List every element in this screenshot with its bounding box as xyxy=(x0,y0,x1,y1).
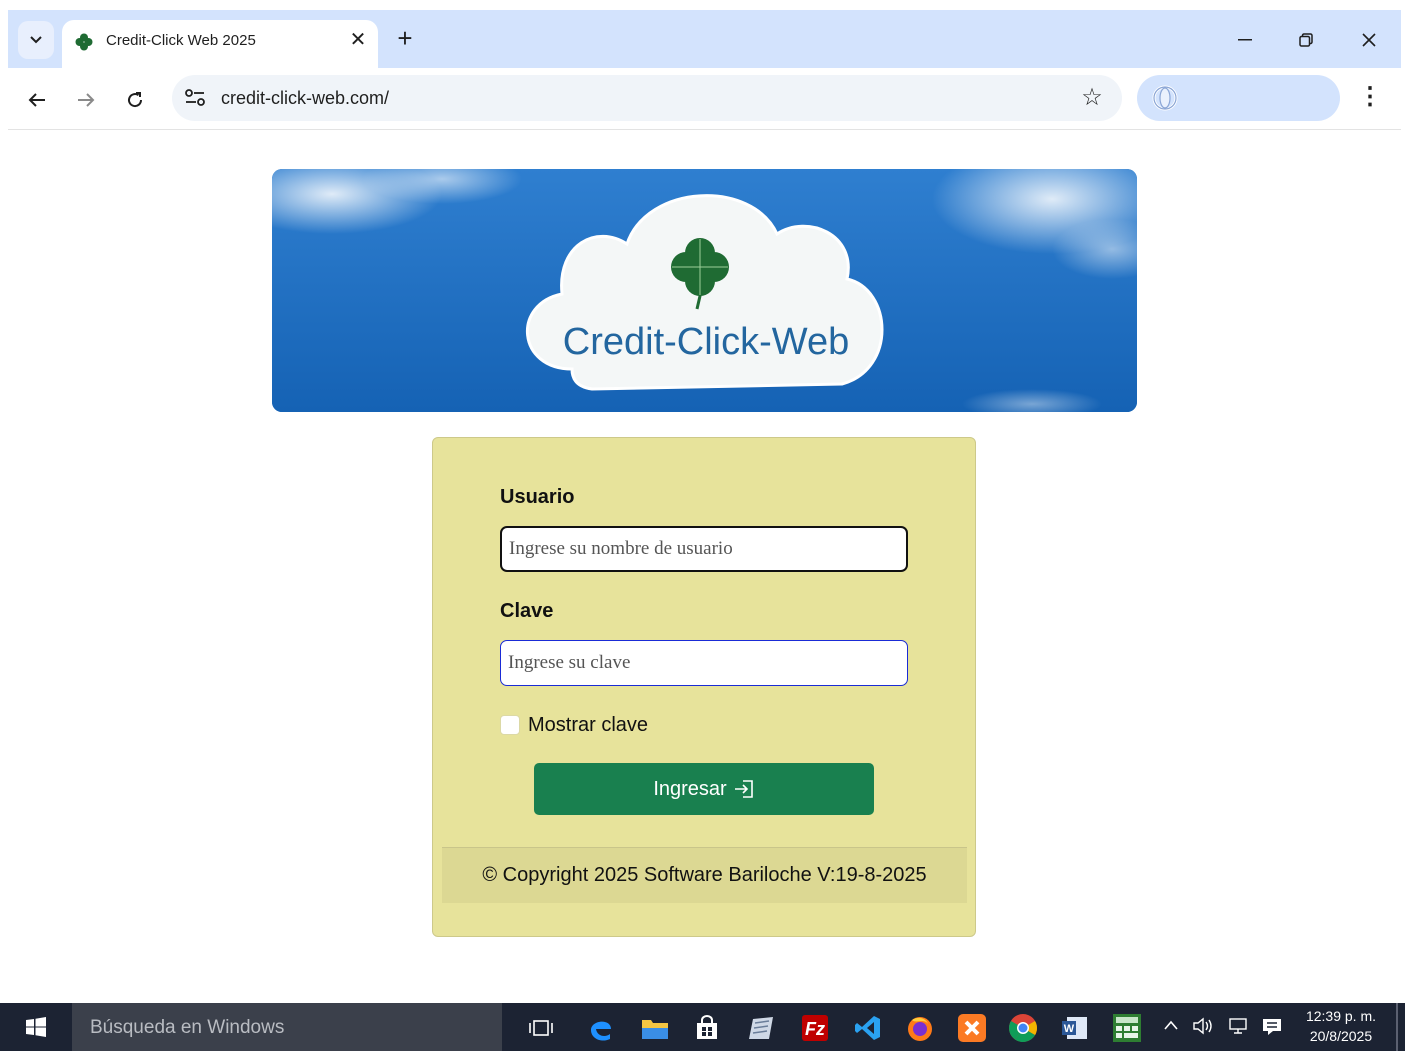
close-icon xyxy=(1362,33,1376,47)
show-password-label[interactable]: Mostrar clave xyxy=(528,714,648,737)
login-button[interactable]: Ingresar xyxy=(534,763,874,815)
card-footer: © Copyright 2025 Software Bariloche V:19… xyxy=(442,847,967,903)
site-info-icon[interactable] xyxy=(184,88,206,108)
tab-close-icon[interactable]: ✕ xyxy=(346,28,370,52)
notification-icon[interactable] xyxy=(1261,1017,1283,1042)
new-tab-button[interactable]: + xyxy=(390,24,420,54)
clover-favicon-icon xyxy=(74,32,94,52)
chevron-down-icon xyxy=(30,36,42,44)
tray-chevron-icon[interactable] xyxy=(1163,1017,1179,1037)
password-label: Clave xyxy=(500,600,554,622)
address-bar[interactable]: credit-click-web.com/ xyxy=(172,75,1122,121)
reload-icon xyxy=(128,92,143,108)
sign-in-icon xyxy=(734,780,753,798)
copyright-text: © Copyright 2025 Software Bariloche V:19… xyxy=(482,864,927,886)
windows-logo-icon xyxy=(26,1017,46,1037)
arrow-left-icon xyxy=(28,93,45,107)
forward-button[interactable] xyxy=(70,84,102,116)
login-button-label: Ingresar xyxy=(653,777,727,800)
task-view-icon[interactable] xyxy=(526,1013,556,1043)
brand-logo-text: Credit-Click-Web xyxy=(563,321,849,363)
tab-title: Credit-Click Web 2025 xyxy=(106,32,256,49)
url-text: credit-click-web.com/ xyxy=(221,88,390,108)
minimize-icon xyxy=(1238,39,1252,41)
tab-search-dropdown[interactable] xyxy=(18,21,54,59)
start-button[interactable] xyxy=(0,1003,72,1051)
word-icon[interactable]: W xyxy=(1060,1013,1090,1043)
edge-icon[interactable] xyxy=(586,1013,616,1043)
clock-time: 12:39 p. m. xyxy=(1305,1008,1377,1024)
username-input[interactable] xyxy=(500,526,908,572)
vscode-icon[interactable] xyxy=(853,1013,883,1043)
chrome-icon[interactable] xyxy=(1008,1013,1038,1043)
taskbar-search[interactable]: Búsqueda en Windows xyxy=(72,1003,502,1051)
clock-date: 20/8/2025 xyxy=(1309,1028,1373,1044)
bookmark-star-icon[interactable]: ☆ xyxy=(1078,84,1106,112)
windows-taskbar: Búsqueda en Windows Fz W 12:39 p. m. 20/… xyxy=(0,1003,1405,1051)
minimize-button[interactable] xyxy=(1222,20,1268,60)
search-placeholder: Búsqueda en Windows xyxy=(90,1017,285,1038)
calculator-app-icon[interactable] xyxy=(1112,1013,1142,1043)
svg-text:W: W xyxy=(1064,1023,1075,1035)
password-input[interactable] xyxy=(500,640,908,686)
browser-menu-button[interactable]: ⋮ xyxy=(1356,84,1384,112)
logo-banner: Credit-Click-Web xyxy=(272,169,1137,412)
volume-icon[interactable] xyxy=(1192,1017,1214,1040)
restore-button[interactable] xyxy=(1283,20,1329,60)
xampp-icon[interactable] xyxy=(957,1013,987,1043)
browser-tab[interactable]: Credit-Click Web 2025 ✕ xyxy=(62,20,378,68)
filezilla-icon[interactable]: Fz xyxy=(800,1013,830,1043)
notes-app-icon[interactable] xyxy=(746,1013,776,1043)
login-card: Usuario Clave Mostrar clave Ingresar © C… xyxy=(432,437,976,937)
arrow-right-icon xyxy=(78,93,95,107)
taskbar-clock[interactable]: 12:39 p. m. 20/8/2025 xyxy=(1296,1006,1386,1046)
network-icon[interactable] xyxy=(1228,1017,1250,1040)
back-button[interactable] xyxy=(21,84,53,116)
close-window-button[interactable] xyxy=(1346,20,1392,60)
profile-button[interactable] xyxy=(1137,75,1340,121)
svg-text:Fz: Fz xyxy=(805,1019,825,1039)
show-desktop-edge[interactable] xyxy=(1396,1003,1398,1051)
restore-icon xyxy=(1299,33,1313,47)
credit-click-logo: Credit-Click-Web xyxy=(272,169,1137,412)
reload-button[interactable] xyxy=(119,84,151,116)
profile-icon xyxy=(1152,85,1178,111)
show-password-checkbox[interactable] xyxy=(500,715,520,735)
file-explorer-icon[interactable] xyxy=(640,1013,670,1043)
user-label: Usuario xyxy=(500,486,575,508)
firefox-icon[interactable] xyxy=(905,1013,935,1043)
store-icon[interactable] xyxy=(692,1013,722,1043)
